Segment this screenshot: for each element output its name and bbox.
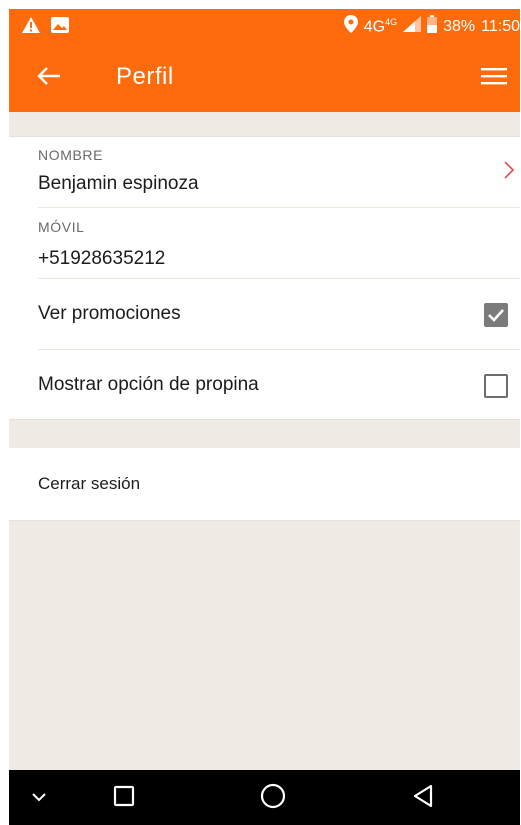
circle-icon (260, 783, 286, 814)
phone-value: +51928635212 (38, 248, 166, 269)
section-spacer (9, 112, 520, 137)
profile-card: NOMBRE Benjamin espinoza MÓVIL +51928635… (9, 137, 520, 419)
image-icon (51, 17, 69, 38)
status-bar: 4G4G 38% 11:50 (9, 9, 520, 43)
name-label: NOMBRE (38, 147, 104, 163)
app-bar: Perfil (9, 43, 520, 112)
chevron-right-icon (504, 161, 515, 184)
network-type: 4G4G (364, 17, 397, 36)
nav-back-button[interactable] (403, 780, 443, 816)
square-icon (113, 785, 135, 812)
logout-button[interactable]: Cerrar sesión (9, 448, 520, 521)
tip-checkbox[interactable] (484, 374, 508, 398)
option-label-tip: Mostrar opción de propina (38, 374, 259, 395)
battery-percent: 38% (443, 17, 476, 35)
menu-button[interactable] (474, 61, 514, 95)
promotions-checkbox[interactable] (484, 303, 508, 327)
battery-icon (427, 15, 438, 38)
back-button[interactable] (29, 61, 69, 95)
location-icon (343, 15, 358, 38)
hamburger-menu-icon (481, 67, 507, 90)
phone-row[interactable]: MÓVIL +51928635212 (9, 208, 520, 278)
checkmark-icon (488, 309, 504, 322)
nav-recents-button[interactable] (104, 780, 144, 816)
section-spacer (9, 419, 520, 449)
nav-hide-button[interactable] (19, 780, 59, 816)
navigation-bar (9, 770, 520, 825)
option-row-tip[interactable]: Mostrar opción de propina (9, 350, 520, 419)
page-title: Perfil (116, 63, 174, 90)
name-value: Benjamin espinoza (38, 173, 199, 194)
phone-label: MÓVIL (38, 219, 85, 235)
screen: 4G4G 38% 11:50 Perfil NOMBRE Benjamin es… (9, 9, 520, 825)
name-row[interactable]: NOMBRE Benjamin espinoza (9, 137, 520, 207)
option-row-promotions[interactable]: Ver promociones (9, 279, 520, 349)
clock: 11:50 (481, 17, 520, 35)
empty-area (9, 521, 520, 770)
network-label: 4G (363, 18, 386, 36)
nav-home-button[interactable] (253, 780, 293, 816)
arrow-left-icon (37, 66, 61, 91)
logout-label: Cerrar sesión (38, 474, 141, 493)
chevron-down-icon (31, 789, 47, 807)
network-sup: 4G (385, 16, 398, 27)
warning-icon (21, 16, 41, 39)
signal-icon (403, 16, 422, 37)
triangle-back-icon (412, 784, 434, 813)
option-label-promotions: Ver promociones (38, 303, 181, 324)
